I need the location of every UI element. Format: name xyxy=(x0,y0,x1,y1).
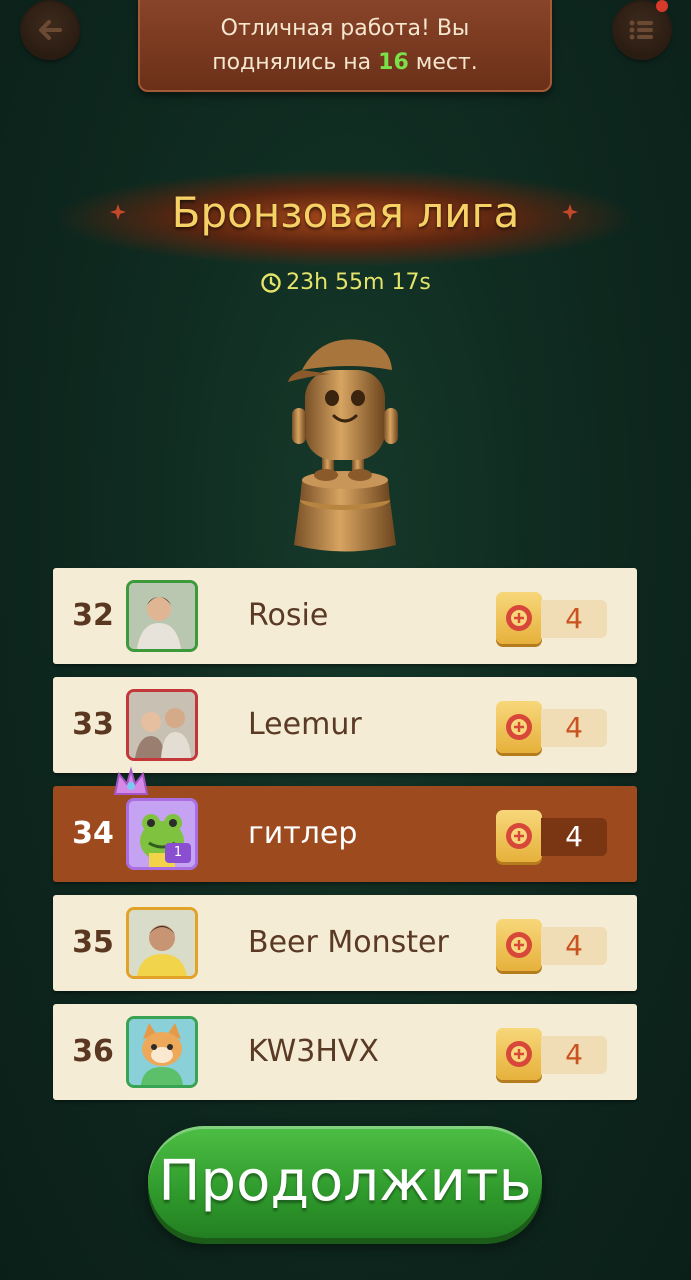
player-photo-icon xyxy=(129,910,195,976)
mahjong-tile-icon xyxy=(496,919,542,971)
leaderboard-row[interactable]: 36 KW3HVX 4 xyxy=(53,1004,637,1100)
banner-line-2: поднялись на 16 мест. xyxy=(212,46,478,80)
list-menu-icon xyxy=(629,20,653,40)
score-value: 4 xyxy=(541,1036,607,1074)
rank-up-banner: Отличная работа! Вы поднялись на 16 мест… xyxy=(138,0,552,92)
places-count: 16 xyxy=(378,50,409,75)
avatar[interactable] xyxy=(126,580,198,652)
player-photo-icon xyxy=(129,692,195,758)
league-title: Бронзовая лига xyxy=(171,188,520,237)
player-name: KW3HVX xyxy=(248,1034,379,1069)
rank-number: 35 xyxy=(72,925,114,960)
notification-dot xyxy=(656,0,668,12)
leaderboard-row[interactable]: 35 Beer Monster 4 xyxy=(53,895,637,991)
leaderboard-row-current-player[interactable]: 34 1 гитлер 4 xyxy=(53,766,637,882)
mahjong-tile-icon xyxy=(496,701,542,753)
rank-number: 36 xyxy=(72,1034,114,1069)
avatar[interactable] xyxy=(126,1016,198,1088)
mahjong-tile-icon xyxy=(496,1028,542,1080)
rank-number: 32 xyxy=(72,598,114,633)
mahjong-tile-icon xyxy=(496,810,542,862)
player-photo-icon xyxy=(129,583,195,649)
avatar[interactable] xyxy=(126,689,198,761)
bronze-trophy-icon xyxy=(288,339,398,552)
continue-button[interactable]: Продолжить xyxy=(148,1126,542,1238)
avatar[interactable]: 1 xyxy=(126,798,198,870)
league-timer: 23h 55m 17s xyxy=(0,270,691,295)
score-value: 4 xyxy=(541,927,607,965)
back-button[interactable] xyxy=(22,2,78,58)
score-value: 4 xyxy=(541,709,607,747)
banner-line-1: Отличная работа! Вы xyxy=(220,16,470,41)
timer-text: 23h 55m 17s xyxy=(286,270,431,295)
arrow-left-icon xyxy=(39,20,62,40)
banner-prefix: поднялись на xyxy=(212,50,379,75)
player-name: Beer Monster xyxy=(248,925,449,960)
score-value: 4 xyxy=(541,818,607,856)
menu-button[interactable] xyxy=(614,0,670,58)
mahjong-tile-icon xyxy=(496,592,542,644)
player-name: Rosie xyxy=(248,598,329,633)
leaderboard-row[interactable]: 32 Rosie 4 xyxy=(53,568,637,664)
score-value: 4 xyxy=(541,600,607,638)
avatar[interactable] xyxy=(126,907,198,979)
banner-suffix: мест. xyxy=(408,50,478,75)
clock-icon xyxy=(261,272,281,293)
crown-icon xyxy=(113,766,149,795)
leaderboard-row[interactable]: 33 Leemur 4 xyxy=(53,677,637,773)
player-name: Leemur xyxy=(248,707,362,742)
rank-number: 33 xyxy=(72,707,114,742)
shiba-dog-avatar-icon xyxy=(129,1019,195,1085)
level-badge: 1 xyxy=(165,843,191,863)
rank-number: 34 xyxy=(72,816,114,851)
player-name: гитлер xyxy=(248,816,358,851)
